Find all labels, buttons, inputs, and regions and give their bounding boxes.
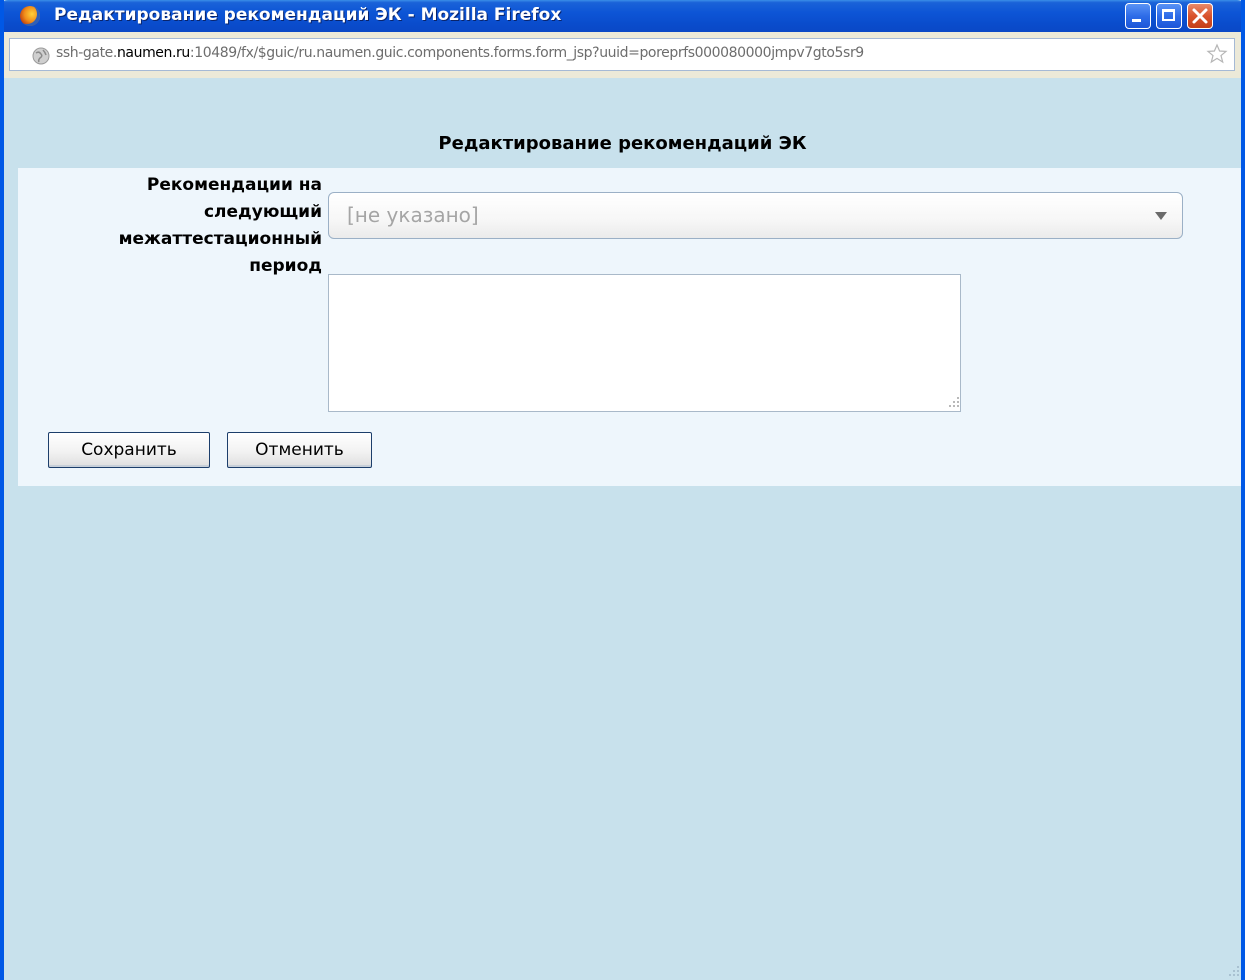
minimize-icon (1132, 19, 1141, 22)
address-bar: ssh-gate.naumen.ru:10489/fx/$guic/ru.nau… (4, 32, 1241, 78)
recommendations-textarea[interactable] (328, 274, 961, 412)
url-field[interactable]: ssh-gate.naumen.ru:10489/fx/$guic/ru.nau… (9, 38, 1235, 71)
firefox-logo-icon (20, 6, 40, 26)
globe-icon[interactable] (32, 47, 50, 65)
browser-window: Редактирование рекомендаций ЭК - Mozilla… (0, 0, 1245, 980)
window-resize-grip-icon[interactable] (1223, 962, 1241, 980)
maximize-icon (1162, 9, 1175, 21)
page-content: Редактирование рекомендаций ЭК Рекоменда… (4, 78, 1241, 980)
recommendations-label: Рекомендации на следующий межаттестацион… (118, 175, 322, 276)
form-area: Рекомендации на следующий межаттестацион… (18, 168, 1241, 486)
chevron-down-icon[interactable] (1154, 211, 1168, 221)
maximize-button[interactable] (1156, 3, 1182, 29)
save-button[interactable]: Сохранить (48, 432, 210, 468)
close-icon (1192, 8, 1208, 24)
resize-grip-icon[interactable] (944, 394, 962, 412)
window-title: Редактирование рекомендаций ЭК - Mozilla… (54, 5, 562, 25)
title-bar[interactable]: Редактирование рекомендаций ЭК - Mozilla… (4, 0, 1241, 32)
minimize-button[interactable] (1125, 3, 1151, 29)
select-value: [не указано] (347, 203, 479, 227)
cancel-button[interactable]: Отменить (227, 432, 372, 468)
star-icon[interactable] (1206, 43, 1228, 65)
recommendations-select[interactable]: [не указано] (328, 192, 1183, 239)
url-text: ssh-gate.naumen.ru:10489/fx/$guic/ru.nau… (56, 45, 864, 61)
page-title: Редактирование рекомендаций ЭК (438, 133, 807, 154)
close-button[interactable] (1187, 3, 1213, 29)
